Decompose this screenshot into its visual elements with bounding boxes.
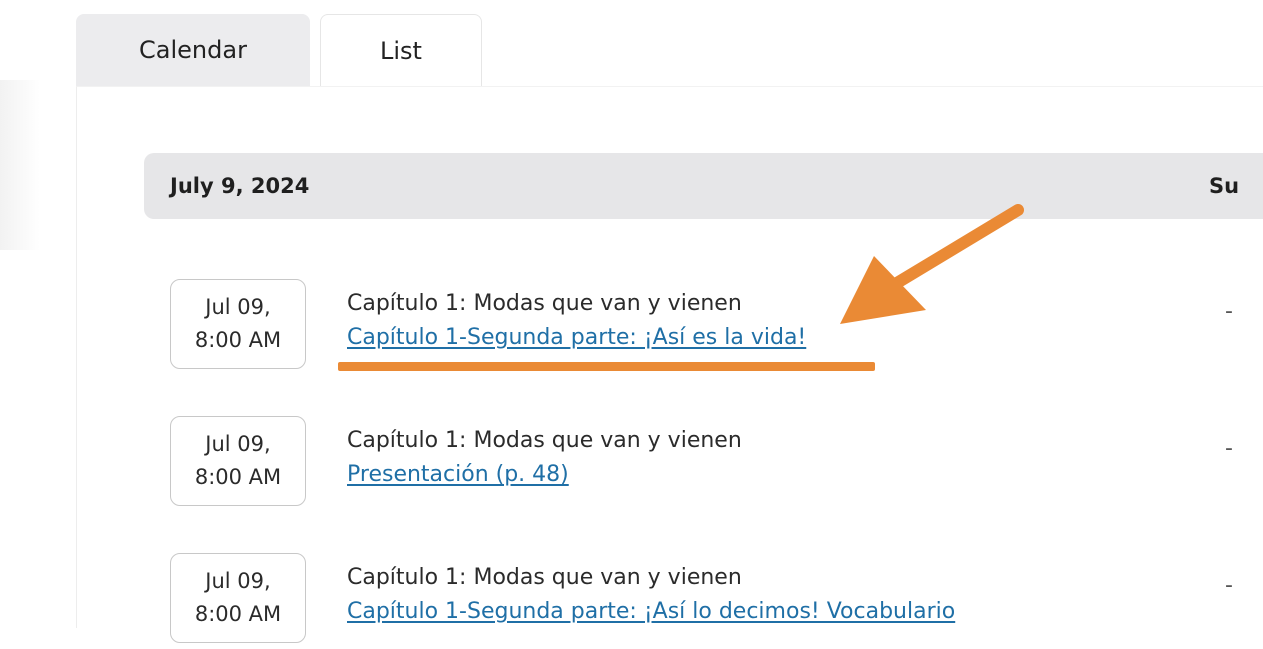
left-edge-shadow [0,80,40,250]
event-link[interactable]: Capítulo 1-Segunda parte: ¡Así es la vid… [347,325,806,350]
event-date-box: Jul 09, 8:00 AM [170,553,306,643]
event-time: 8:00 AM [194,465,282,489]
event-date-box: Jul 09, 8:00 AM [170,416,306,506]
event-date: Jul 09, [205,432,271,456]
day-header: July 9, 2024 Su [144,153,1263,219]
event-date: Jul 09, [205,295,271,319]
event-link[interactable]: Capítulo 1-Segunda parte: ¡Así lo decimo… [347,599,955,624]
event-date: Jul 09, [205,569,271,593]
tab-calendar[interactable]: Calendar [76,14,310,86]
event-time: 8:00 AM [194,602,282,626]
event-course: Capítulo 1: Modas que van y vienen [347,291,742,316]
event-status: - [1225,299,1233,324]
event-row: Jul 09, 8:00 AM Capítulo 1: Modas que va… [170,553,1263,649]
event-status: - [1225,436,1233,461]
event-course: Capítulo 1: Modas que van y vienen [347,428,742,453]
event-row: Jul 09, 8:00 AM Capítulo 1: Modas que va… [170,416,1263,512]
event-time: 8:00 AM [194,328,282,352]
day-header-date: July 9, 2024 [170,174,310,198]
event-link[interactable]: Presentación (p. 48) [347,462,569,487]
day-header-column-label: Su [1209,174,1240,198]
event-status: - [1225,573,1233,598]
event-row: Jul 09, 8:00 AM Capítulo 1: Modas que va… [170,279,1263,375]
tab-list[interactable]: List [320,14,482,87]
event-date-box: Jul 09, 8:00 AM [170,279,306,369]
annotation-underline [338,362,875,371]
event-course: Capítulo 1: Modas que van y vienen [347,565,742,590]
annotation-arrow-icon [840,204,1024,324]
